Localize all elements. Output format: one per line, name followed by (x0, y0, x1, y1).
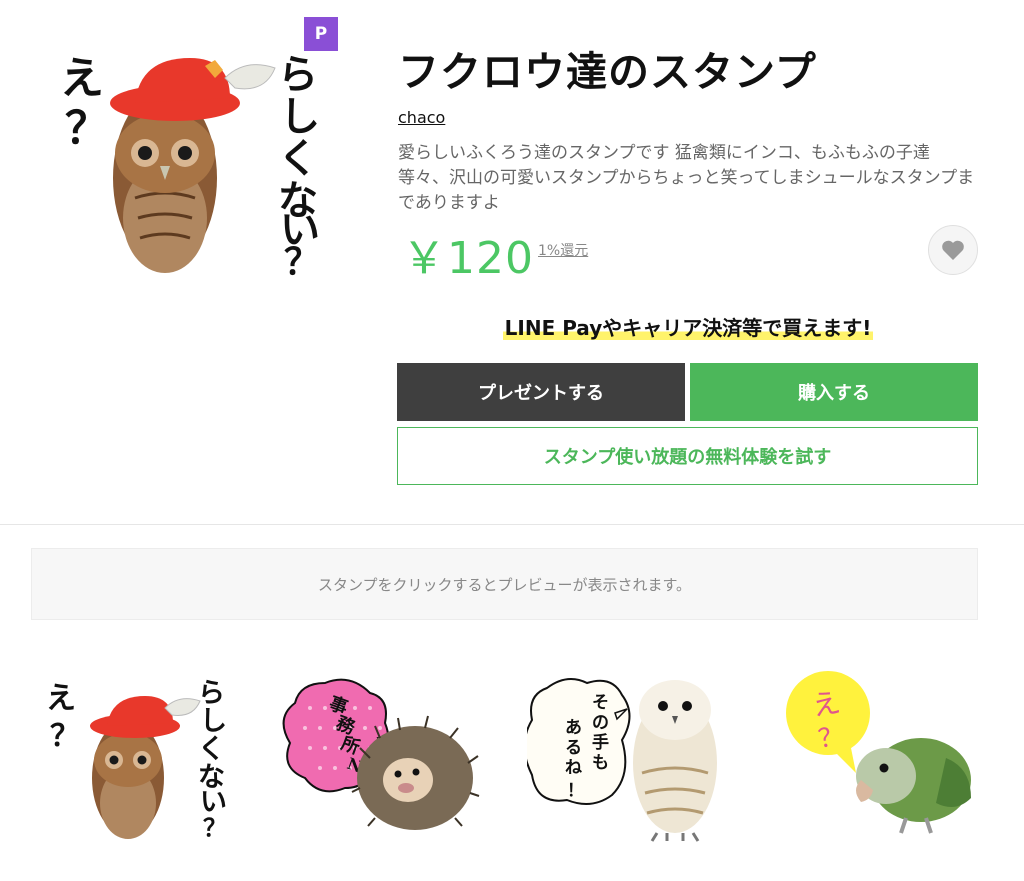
svg-text:そ: そ (592, 693, 609, 713)
favorite-button[interactable] (928, 225, 978, 275)
svg-text:！: ！ (567, 781, 584, 801)
svg-text:手: 手 (592, 732, 609, 753)
main-sticker-image: え ？ ら し く な い ？ (40, 18, 340, 283)
main-image-text-e: え (60, 53, 104, 104)
payment-note: LINE Payやキャリア決済等で買えます! (502, 316, 874, 340)
svg-text:？: ？ (284, 241, 320, 280)
sticker-item[interactable]: え ？ ら し く な い ？ (40, 668, 240, 843)
gift-button[interactable]: プレゼントする (397, 363, 685, 421)
sticker-item[interactable]: え ？ (776, 668, 976, 843)
rebate-link[interactable]: 1%還元 (538, 240, 588, 260)
author-link[interactable]: chaco (398, 108, 445, 127)
svg-text:く: く (278, 135, 318, 182)
svg-text:え: え (46, 681, 76, 716)
product-description: 愛らしいふくろう達のスタンプです 猛禽類にインコ、もふもふの子達等々、沢山の可愛… (398, 143, 975, 213)
p-badge-icon: P (304, 17, 338, 51)
product-title: フクロウ達のスタンプ (398, 48, 817, 96)
product-price: ￥120 (402, 233, 534, 284)
svg-text:？: ？ (50, 719, 80, 754)
sticker-item[interactable]: そ の 手 も あ る ね ！ (523, 668, 727, 843)
svg-text:し: し (200, 706, 227, 737)
svg-text:え: え (809, 686, 842, 723)
section-divider (0, 524, 1024, 525)
svg-text:し: し (280, 93, 320, 140)
sticker-item[interactable]: 事 務 所 NG (280, 668, 480, 843)
svg-text:あ: あ (565, 718, 582, 738)
buy-button[interactable]: 購入する (690, 363, 978, 421)
preview-hint: スタンプをクリックするとプレビューが表示されます。 (31, 548, 978, 620)
svg-text:の: の (592, 713, 609, 733)
svg-text:く: く (198, 734, 225, 765)
heart-icon (942, 240, 964, 260)
svg-text:る: る (565, 738, 582, 758)
svg-text:？: ？ (203, 813, 227, 842)
svg-text:？: ？ (816, 721, 847, 755)
svg-text:ね: ね (565, 758, 582, 778)
svg-text:ら: ら (198, 678, 225, 709)
svg-text:ら: ら (278, 51, 318, 98)
free-trial-button[interactable]: スタンプ使い放題の無料体験を試す (397, 427, 978, 485)
svg-text:も: も (592, 753, 609, 773)
svg-text:？: ？ (65, 103, 109, 154)
